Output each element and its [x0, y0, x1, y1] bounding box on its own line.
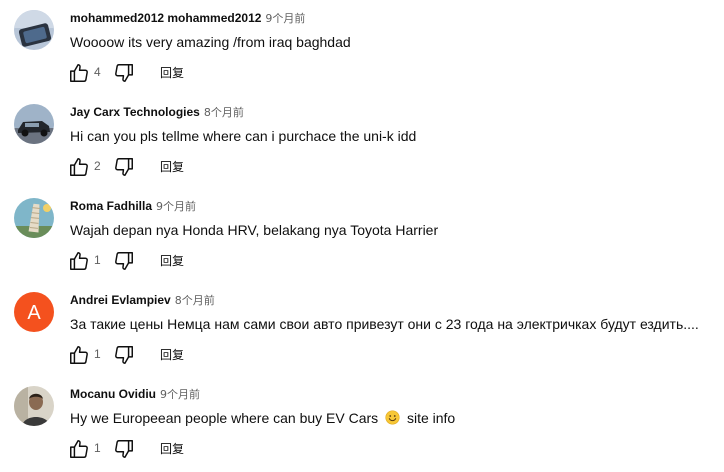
- comment-text: Hi can you pls tellme where can i purcha…: [70, 128, 417, 144]
- avatar-letter: A: [27, 302, 41, 324]
- comment-header: Andrei Evlampiev 8个月前: [70, 292, 215, 309]
- comment-author[interactable]: Roma Fadhilla: [70, 199, 152, 213]
- thumbs-up-icon: [70, 158, 88, 176]
- avatar[interactable]: [14, 104, 54, 144]
- thumbs-down-icon: [115, 346, 133, 364]
- comment-author[interactable]: Andrei Evlampiev: [70, 293, 171, 307]
- comment-text-part: Hy we Europeean people where can buy EV …: [70, 410, 379, 426]
- comment-header: Roma Fadhilla 9个月前: [70, 198, 196, 215]
- smiling-face-emoji-icon: [385, 410, 400, 425]
- comment-actions: 4 回复: [64, 60, 264, 84]
- thumbs-up-icon: [70, 252, 88, 270]
- comment-text-part: site info: [406, 410, 456, 426]
- thumbs-up-icon: [70, 346, 88, 364]
- comment-time[interactable]: 8个月前: [175, 294, 215, 307]
- like-button[interactable]: [68, 438, 90, 460]
- comment-item: Mocanu Ovidiu 9个月前 Hy we Europeean people…: [0, 376, 724, 470]
- like-button[interactable]: [68, 156, 90, 178]
- comment-text: Wajah depan nya Honda HRV, belakang nya …: [70, 222, 439, 238]
- comment-text: Woooow its very amazing /from iraq baghd…: [70, 34, 351, 50]
- comment-actions: 1 回复: [64, 248, 264, 272]
- like-count: 1: [94, 347, 101, 361]
- comment-actions: 1 回复: [64, 342, 264, 366]
- thumbs-down-icon: [115, 158, 133, 176]
- like-count: 1: [94, 253, 101, 267]
- avatar[interactable]: [14, 10, 54, 50]
- comment-item: A Andrei Evlampiev 8个月前 За такие цены Нем…: [0, 282, 724, 376]
- avatar[interactable]: [14, 198, 54, 238]
- comment-text: За такие цены Немца нам сами свои авто п…: [70, 316, 699, 332]
- like-count: 1: [94, 441, 101, 455]
- reply-button[interactable]: 回复: [160, 346, 184, 363]
- dislike-button[interactable]: [113, 62, 135, 84]
- comment-time[interactable]: 9个月前: [265, 12, 305, 25]
- thumbs-up-icon: [70, 440, 88, 458]
- comment-actions: 2 回复: [64, 154, 264, 178]
- comment-time[interactable]: 9个月前: [156, 200, 196, 213]
- thumbs-up-icon: [70, 64, 88, 82]
- comment-item: Roma Fadhilla 9个月前 Wajah depan nya Honda …: [0, 188, 724, 282]
- comment-actions: 1 回复: [64, 436, 264, 460]
- reply-button[interactable]: 回复: [160, 440, 184, 457]
- dislike-button[interactable]: [113, 438, 135, 460]
- comment-author[interactable]: Mocanu Ovidiu: [70, 387, 156, 401]
- like-button[interactable]: [68, 344, 90, 366]
- like-count: 2: [94, 159, 101, 173]
- comment-header: mohammed2012 mohammed2012 9个月前: [70, 10, 305, 27]
- comment-time[interactable]: 9个月前: [160, 388, 200, 401]
- like-button[interactable]: [68, 62, 90, 84]
- reply-button[interactable]: 回复: [160, 252, 184, 269]
- thumbs-down-icon: [115, 440, 133, 458]
- comment-text: Hy we Europeean people where can buy EV …: [70, 408, 455, 428]
- reply-button[interactable]: 回复: [160, 158, 184, 175]
- comment-author[interactable]: Jay Carx Technologies: [70, 105, 200, 119]
- comment-time[interactable]: 8个月前: [204, 106, 244, 119]
- thumbs-down-icon: [115, 64, 133, 82]
- comment-item: Jay Carx Technologies 8个月前 Hi can you pls…: [0, 94, 724, 188]
- thumbs-down-icon: [115, 252, 133, 270]
- avatar[interactable]: A: [14, 292, 54, 332]
- comment-header: Mocanu Ovidiu 9个月前: [70, 386, 200, 403]
- comment-item: mohammed2012 mohammed2012 9个月前 Woooow its…: [0, 0, 724, 94]
- dislike-button[interactable]: [113, 250, 135, 272]
- avatar[interactable]: [14, 386, 54, 426]
- comment-header: Jay Carx Technologies 8个月前: [70, 104, 244, 121]
- like-count: 4: [94, 65, 101, 79]
- like-button[interactable]: [68, 250, 90, 272]
- dislike-button[interactable]: [113, 156, 135, 178]
- dislike-button[interactable]: [113, 344, 135, 366]
- comment-author[interactable]: mohammed2012 mohammed2012: [70, 11, 261, 25]
- reply-button[interactable]: 回复: [160, 64, 184, 81]
